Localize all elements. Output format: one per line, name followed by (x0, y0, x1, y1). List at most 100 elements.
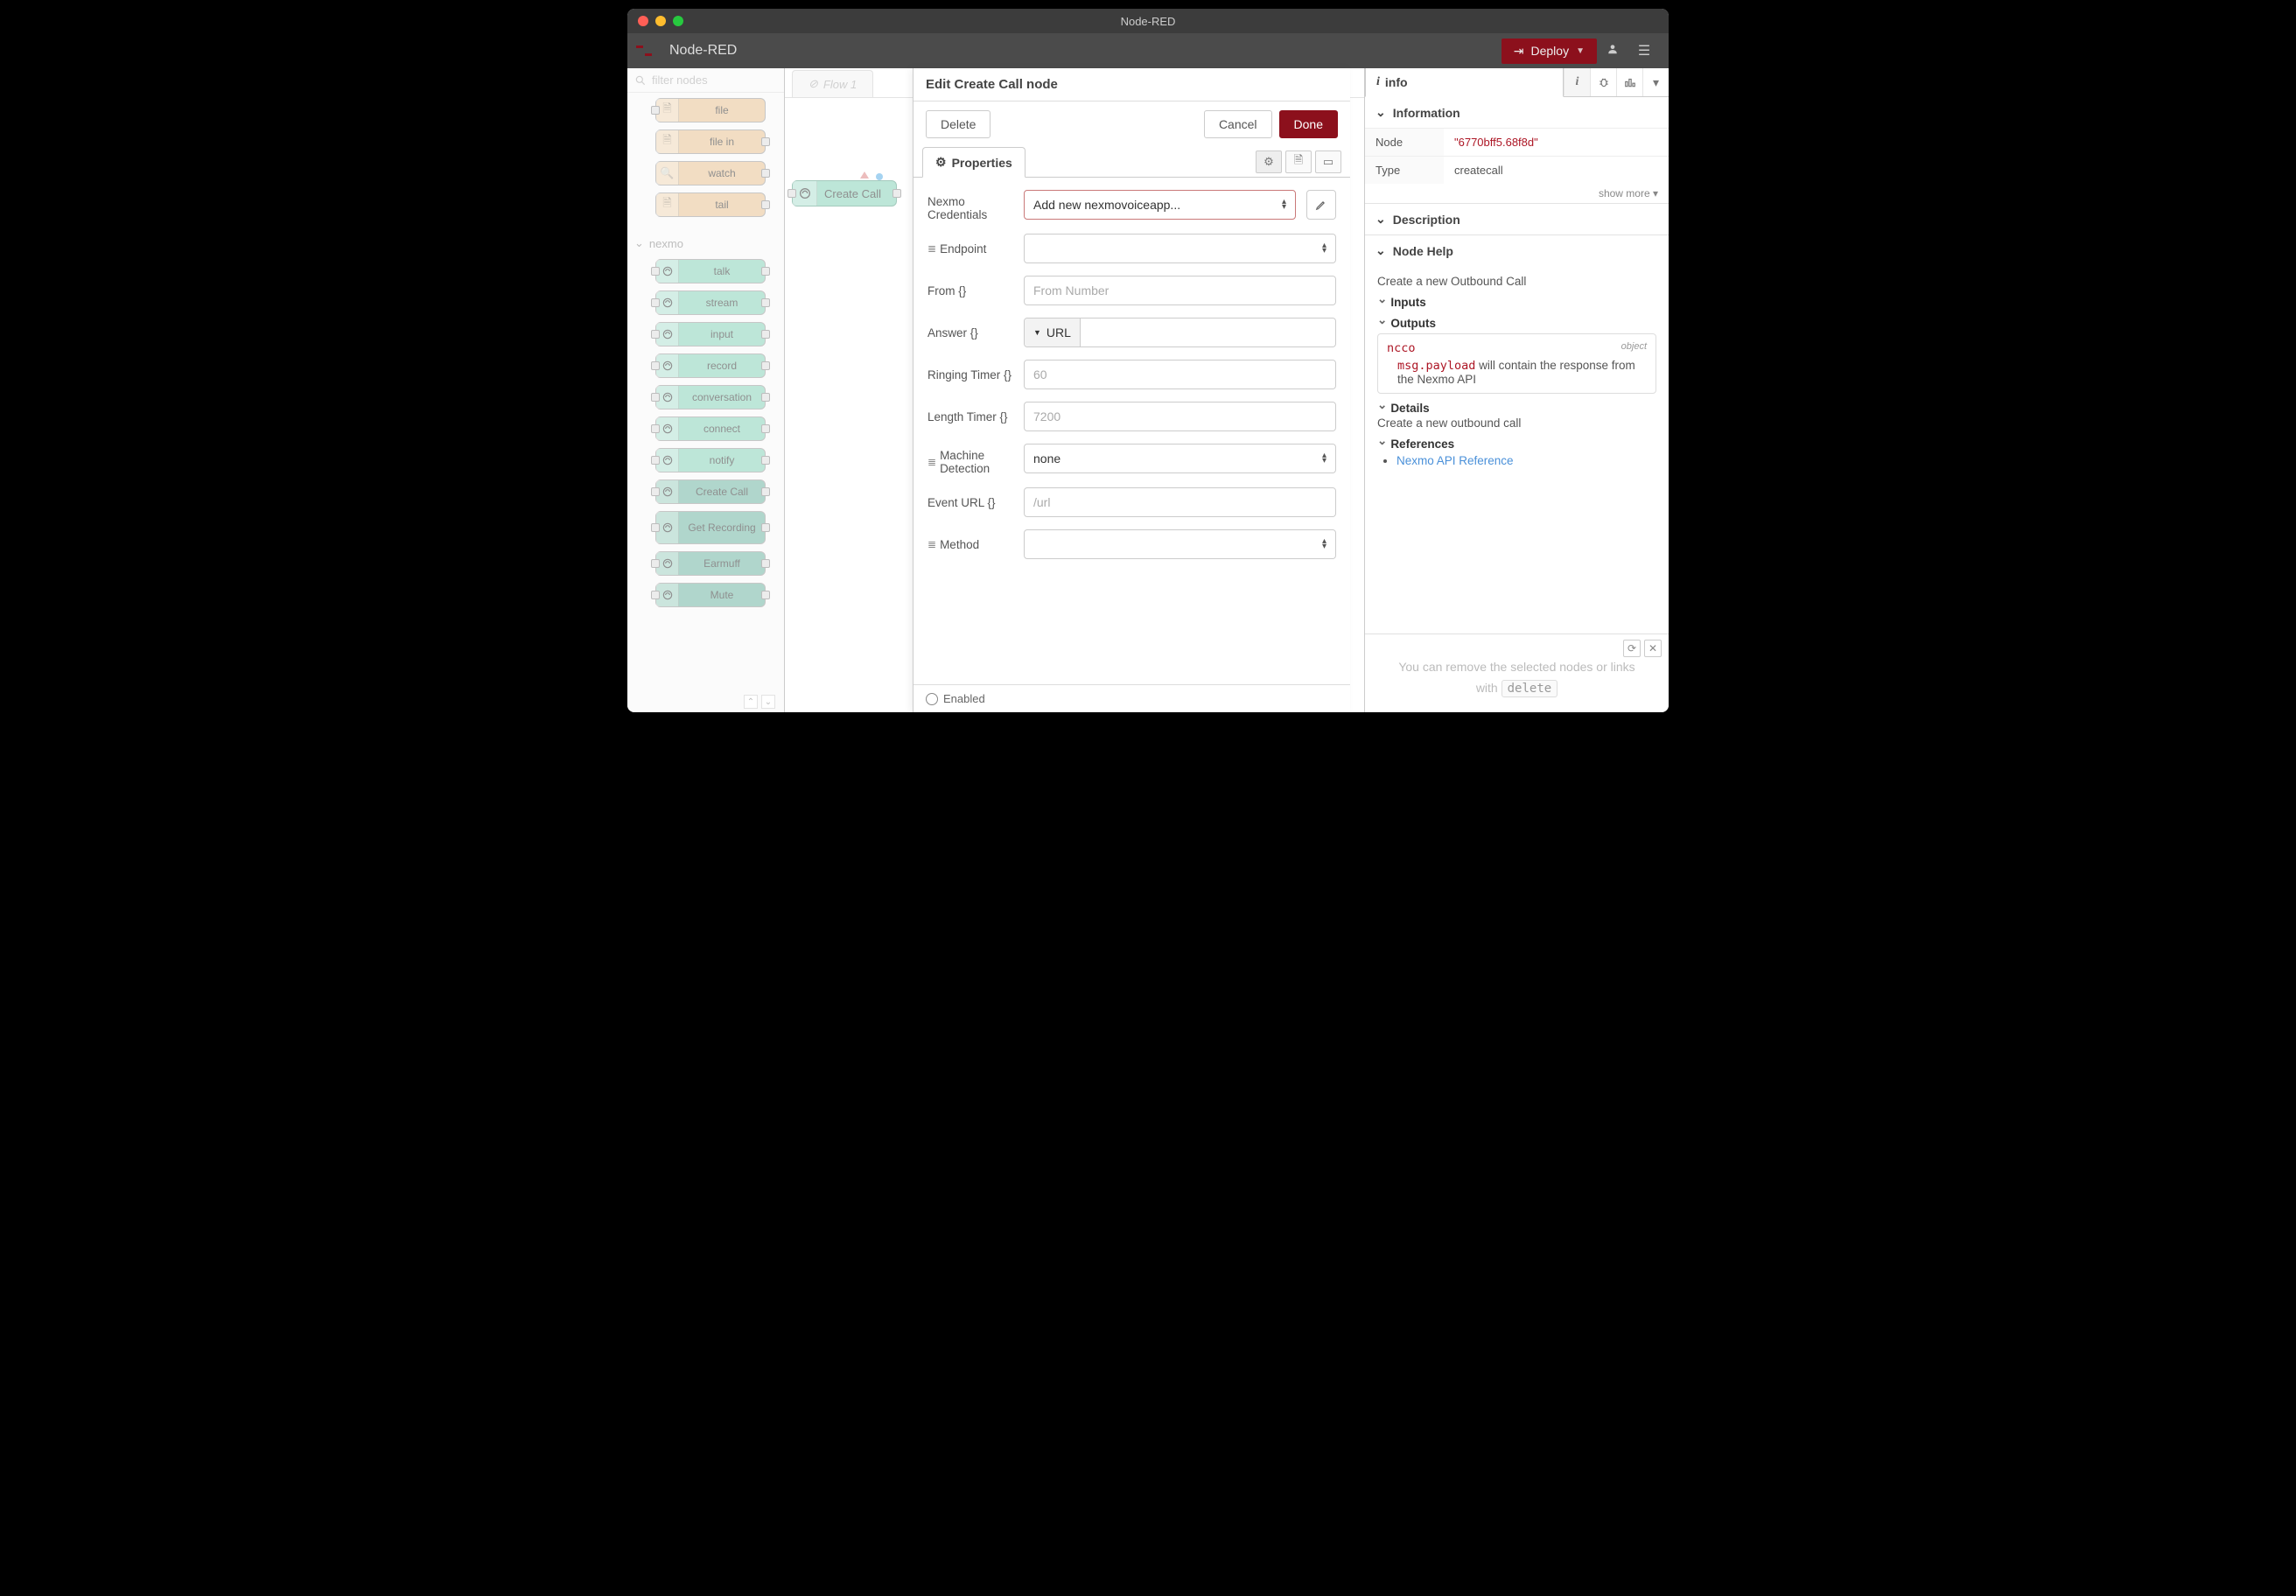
answer-input[interactable]: ▼URL (1024, 318, 1336, 347)
file-icon: 🗎 (656, 193, 679, 216)
ring-input[interactable] (1024, 360, 1336, 389)
disabled-icon: ⊘ (808, 77, 818, 91)
header-toolbar: Node-RED ⇥ Deploy ▼ ☰ (627, 33, 1669, 68)
section-information[interactable]: ⌄Information (1365, 97, 1669, 128)
palette-category[interactable]: ⌄nexmo (627, 229, 784, 254)
endpoint-select[interactable]: ▴▾ (1024, 234, 1336, 263)
deploy-label: Deploy (1531, 44, 1570, 58)
app-window: Node-RED Node-RED ⇥ Deploy ▼ ☰ filter no… (627, 9, 1669, 712)
nexmo-node-icon (793, 181, 817, 206)
info-node-id: "6770bff5.68f8d" (1444, 129, 1669, 157)
method-select[interactable]: ▴▾ (1024, 529, 1336, 559)
deploy-icon: ⇥ (1514, 44, 1524, 59)
expand-down-icon[interactable]: ⌄ (761, 695, 775, 709)
minimize-window-icon[interactable] (655, 16, 666, 26)
sidebar-debug-icon[interactable] (1590, 68, 1616, 96)
palette-node-earmuff[interactable]: Earmuff (655, 551, 766, 576)
palette-node-record[interactable]: record (655, 354, 766, 378)
edit-creds-button[interactable] (1306, 190, 1336, 220)
close-tip-icon[interactable]: ✕ (1644, 640, 1662, 657)
help-inputs[interactable]: Inputs (1377, 295, 1656, 309)
brand: Node-RED (636, 43, 737, 59)
label-method: ≣Method (928, 538, 1013, 551)
palette-node-get-recording[interactable]: Get Recording (655, 511, 766, 544)
main: filter nodes 🗎file 🗎file in 🔍watch 🗎tail… (627, 68, 1669, 712)
section-description[interactable]: ⌄Description (1365, 204, 1669, 234)
palette-node-file-in[interactable]: 🗎file in (655, 130, 766, 154)
from-input[interactable] (1024, 276, 1336, 305)
done-button[interactable]: Done (1279, 110, 1338, 138)
canvas-node-create-call[interactable]: Create Call (792, 180, 897, 206)
close-window-icon[interactable] (638, 16, 648, 26)
sidebar-dashboard-icon[interactable] (1616, 68, 1642, 96)
label-from: From {} (928, 284, 1013, 298)
help-details-text: Create a new outbound call (1377, 416, 1656, 430)
palette-node-stream[interactable]: stream (655, 290, 766, 315)
cancel-button[interactable]: Cancel (1204, 110, 1272, 138)
label-length: Length Timer {} (928, 410, 1013, 424)
machine-select[interactable]: none▴▾ (1024, 444, 1336, 473)
select-icon: ▴▾ (1322, 539, 1326, 550)
palette-node-notify[interactable]: notify (655, 448, 766, 472)
node-red-logo-icon (636, 44, 661, 58)
select-icon: ▴▾ (1282, 200, 1286, 210)
filter-nodes-input[interactable]: filter nodes (627, 68, 784, 93)
node-settings-icon[interactable]: ⚙ (1256, 150, 1282, 173)
help-output-box: ncco object msg.payload will contain the… (1377, 333, 1656, 394)
node-description-icon[interactable]: 🗎 (1285, 150, 1312, 173)
section-node-help[interactable]: ⌄Node Help (1365, 235, 1669, 266)
info-type-label: Type (1365, 157, 1444, 185)
delete-button[interactable]: Delete (926, 110, 990, 138)
sidebar: i info i ▾ ⌄Information Node"67 (1364, 68, 1669, 712)
label-evurl: Event URL {} (928, 496, 1013, 509)
help-outputs[interactable]: Outputs (1377, 316, 1656, 330)
label-creds: Nexmo Credentials (928, 190, 1013, 221)
enabled-toggle[interactable]: Enabled (914, 684, 1350, 712)
menu-icon[interactable]: ☰ (1628, 42, 1660, 60)
editor-title: Edit Create Call node (914, 68, 1350, 102)
palette-node-conversation[interactable]: conversation (655, 385, 766, 410)
palette-footer: ⌃ ⌄ (740, 691, 779, 712)
creds-select[interactable]: Add new nexmovoiceapp... ▴▾ (1024, 190, 1296, 220)
window-title: Node-RED (1121, 15, 1176, 28)
user-icon[interactable] (1597, 43, 1628, 60)
palette-node-create-call[interactable]: Create Call (655, 480, 766, 504)
answer-type-button[interactable]: ▼URL (1025, 318, 1081, 346)
select-icon: ▴▾ (1322, 453, 1326, 464)
ref-link[interactable]: Nexmo API Reference (1396, 454, 1514, 467)
collapse-up-icon[interactable]: ⌃ (744, 695, 758, 709)
info-type-value: createcall (1444, 157, 1669, 185)
sidebar-info-icon[interactable]: i (1564, 68, 1590, 96)
palette: filter nodes 🗎file 🗎file in 🔍watch 🗎tail… (627, 68, 785, 712)
palette-node-file[interactable]: 🗎file (655, 98, 766, 122)
maximize-window-icon[interactable] (673, 16, 683, 26)
list-icon: ≣ (928, 456, 936, 468)
length-input[interactable] (1024, 402, 1336, 431)
refresh-tip-icon[interactable]: ⟳ (1623, 640, 1641, 657)
deploy-button[interactable]: ⇥ Deploy ▼ (1502, 38, 1597, 64)
flow-tab[interactable]: ⊘Flow 1 (792, 70, 873, 97)
info-tab[interactable]: i info (1365, 68, 1564, 97)
help-references[interactable]: References (1377, 437, 1656, 451)
palette-node-mute[interactable]: Mute (655, 583, 766, 607)
sidebar-more-icon[interactable]: ▾ (1642, 68, 1669, 96)
node-editor-tray: Edit Create Call node Delete Cancel Done… (913, 68, 1350, 712)
toggle-icon (926, 693, 938, 705)
label-ring: Ringing Timer {} (928, 368, 1013, 382)
palette-node-talk[interactable]: talk (655, 259, 766, 284)
chevron-down-icon: ▼ (1576, 46, 1585, 56)
palette-node-watch[interactable]: 🔍watch (655, 161, 766, 186)
show-more-button[interactable]: show more ▾ (1365, 184, 1669, 203)
pencil-icon (1315, 199, 1327, 211)
palette-node-input[interactable]: input (655, 322, 766, 346)
properties-tab[interactable]: ⚙ Properties (922, 147, 1026, 178)
evurl-input[interactable] (1024, 487, 1336, 517)
search-icon (634, 74, 647, 87)
info-node-label: Node (1365, 129, 1444, 157)
list-icon: ≣ (928, 242, 936, 255)
palette-node-connect[interactable]: connect (655, 416, 766, 441)
node-appearance-icon[interactable]: ▭ (1315, 150, 1341, 173)
help-details[interactable]: Details (1377, 401, 1656, 415)
palette-node-tail[interactable]: 🗎tail (655, 192, 766, 217)
window-controls (638, 16, 683, 26)
